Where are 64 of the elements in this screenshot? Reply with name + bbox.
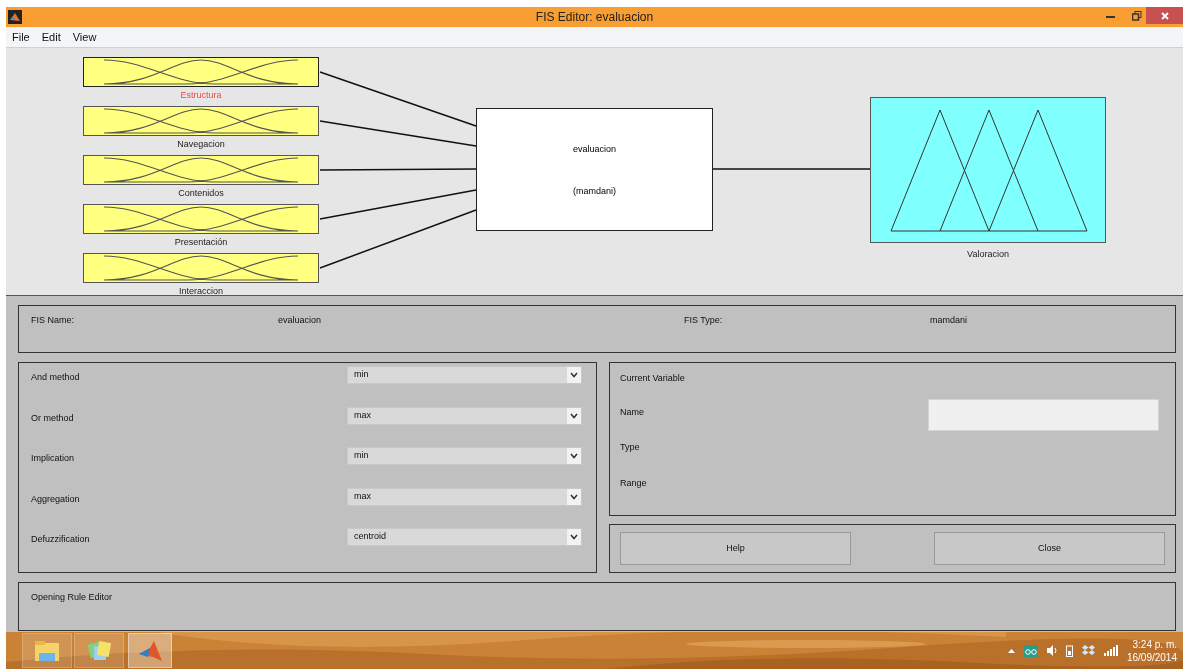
menu-item[interactable]: File [12, 28, 30, 46]
clock[interactable]: 3:24 p. m. 16/09/2014 [1126, 637, 1179, 664]
method-dropdown[interactable]: max [347, 487, 582, 506]
app-icon [8, 10, 22, 24]
dropbox-icon[interactable] [1081, 645, 1095, 656]
method-dropdown[interactable]: min [347, 447, 582, 465]
input-variable-label: Contenidos [177, 187, 225, 200]
method-label: Or method [31, 411, 75, 425]
window-title: FIS Editor: evaluacion [535, 9, 654, 26]
input-variable-box[interactable] [83, 204, 319, 234]
show-hidden-icons-icon[interactable] [1007, 648, 1015, 653]
field-label: Type [620, 441, 640, 454]
action-button[interactable]: Help [620, 532, 851, 565]
input-variable-label: Navegacion [176, 138, 226, 151]
chevron-down-icon [567, 407, 581, 424]
field-label: Name [620, 406, 644, 419]
sticky-notes-icon [86, 638, 112, 663]
chevron-down-icon [567, 448, 581, 464]
output-variable-box[interactable] [870, 97, 1106, 243]
method-dropdown[interactable]: min [347, 366, 582, 384]
action-button[interactable]: Close [934, 532, 1165, 565]
method-label: And method [31, 371, 81, 384]
clock-date: 16/09/2014 [1126, 650, 1177, 664]
clock-time: 3:24 p. m. [1132, 637, 1177, 651]
system-type: (mamdani) [573, 184, 616, 198]
taskbar-button[interactable] [128, 633, 172, 668]
field-label: Range [620, 477, 647, 490]
speaker-icon[interactable] [1046, 645, 1057, 656]
chevron-down-icon [567, 488, 581, 505]
restore-icon[interactable] [1132, 11, 1142, 21]
input-variable-box[interactable] [83, 155, 319, 185]
panel-title: Current Variable [620, 372, 685, 385]
input-variable-label: Interaccion [178, 285, 224, 298]
input-variable-box[interactable] [83, 253, 319, 283]
chevron-down-icon [567, 529, 581, 545]
menu-item[interactable]: View [72, 28, 97, 46]
taskbar-button[interactable] [22, 633, 72, 668]
chevron-down-icon [567, 367, 581, 383]
method-label: Defuzzification [31, 533, 91, 546]
signal-icon[interactable] [1103, 645, 1118, 656]
input-variable-label: Estructura [179, 89, 223, 102]
close-button[interactable] [1146, 7, 1183, 24]
menu-item[interactable]: Edit [41, 28, 61, 46]
fis-type-label: FIS Type: [684, 314, 723, 327]
status-message: Opening Rule Editor [31, 592, 113, 602]
minimize-icon[interactable] [1106, 16, 1115, 19]
input-variable-box[interactable] [83, 106, 319, 136]
method-label: Implication [31, 452, 76, 465]
fis-name-value: evaluacion [278, 314, 322, 327]
output-variable-label: Valoracion [966, 248, 1010, 261]
system-box[interactable]: evaluacion (mamdani) [476, 108, 713, 231]
system-name: evaluacion [573, 143, 616, 156]
taskbar-button[interactable] [74, 633, 124, 668]
fis-type-value: mamdani [930, 314, 967, 327]
battery-icon[interactable] [1065, 644, 1073, 657]
input-variable-box[interactable] [83, 57, 319, 87]
input-variable-label: Presentación [173, 236, 229, 249]
folder-icon [33, 638, 61, 663]
name-input-field[interactable] [928, 399, 1159, 431]
method-dropdown[interactable]: max [347, 406, 582, 425]
fis-name-label: FIS Name: [31, 314, 74, 327]
method-dropdown[interactable]: centroid [347, 528, 582, 546]
method-label: Aggregation [31, 492, 81, 506]
close-icon [1160, 11, 1169, 20]
